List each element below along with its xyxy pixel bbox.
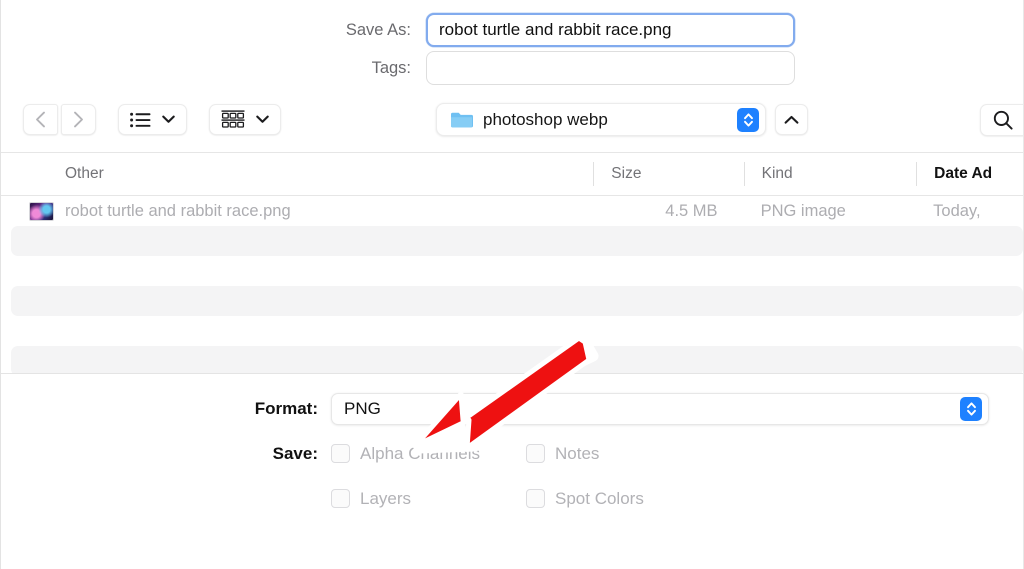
save-as-row: Save As: robot turtle and rabbit race.pn… [1, 11, 1023, 49]
save-as-field-wrap: robot turtle and rabbit race.png [426, 13, 795, 47]
checkbox-spot-colors[interactable]: Spot Colors [526, 489, 644, 509]
format-value-label: PNG [344, 398, 381, 418]
format-row: Format: PNG [1, 386, 1023, 431]
table-row[interactable]: robot turtle and rabbit race.png 4.5 MB … [1, 196, 1023, 226]
checkbox-label: Alpha Channels [360, 443, 481, 463]
file-list-column-headers: Other Size Kind Date Ad [1, 152, 1023, 196]
chevron-right-icon [74, 111, 83, 128]
go-up-button[interactable] [775, 104, 808, 135]
empty-row [1, 316, 1023, 346]
save-options-row-1: Save: Alpha Channels Notes [1, 431, 1023, 476]
path-stepper-icon[interactable] [737, 107, 759, 132]
column-header-kind[interactable]: Kind [743, 162, 917, 186]
file-name-label: robot turtle and rabbit race.png [65, 201, 291, 220]
empty-row [1, 256, 1023, 286]
file-size-cell: 4.5 MB [665, 201, 718, 220]
gallery-view-icon [221, 110, 245, 128]
folder-icon [450, 111, 473, 129]
chevron-down-icon [256, 115, 269, 123]
checkbox-label: Notes [555, 443, 600, 463]
chevron-down-icon [162, 115, 175, 123]
tags-label: Tags: [371, 58, 411, 77]
checkbox-icon[interactable] [331, 489, 350, 508]
gallery-view-button[interactable] [209, 104, 281, 135]
checkbox-label: Layers [360, 488, 412, 508]
checkbox-notes[interactable]: Notes [526, 444, 599, 464]
checkbox-label: Spot Colors [555, 488, 644, 508]
search-button[interactable] [980, 103, 1023, 136]
chevron-up-icon [784, 115, 799, 124]
format-dropdown[interactable]: PNG [331, 392, 989, 425]
save-as-label: Save As: [345, 20, 411, 39]
forward-button[interactable] [61, 104, 96, 135]
save-form-area: Save As: robot turtle and rabbit race.pn… [1, 0, 1023, 87]
column-header-size[interactable]: Size [593, 162, 743, 186]
list-view-icon [130, 112, 151, 127]
png-thumbnail-icon [29, 201, 54, 221]
file-list[interactable]: robot turtle and rabbit race.png 4.5 MB … [1, 196, 1023, 373]
checkbox-layers[interactable]: Layers [331, 489, 526, 509]
save-as-input[interactable]: robot turtle and rabbit race.png [426, 13, 795, 47]
format-options-panel: Format: PNG Save: Alpha Channels Notes L… [1, 373, 1023, 524]
finder-toolbar: photoshop webp [1, 87, 1023, 152]
tags-input[interactable] [426, 51, 795, 85]
save-options-row-2: Layers Spot Colors [1, 476, 1023, 521]
format-stepper-icon[interactable] [960, 396, 982, 421]
navigation-buttons [23, 104, 96, 135]
checkbox-icon[interactable] [526, 444, 545, 463]
folder-path-dropdown[interactable]: photoshop webp [436, 103, 766, 136]
checkbox-icon[interactable] [331, 444, 350, 463]
empty-row-stripe [11, 286, 1023, 316]
search-icon [993, 110, 1013, 130]
checkbox-icon[interactable] [526, 489, 545, 508]
folder-path-label: photoshop webp [483, 109, 608, 129]
tags-row: Tags: [1, 49, 1023, 87]
column-header-other[interactable]: Other [1, 162, 593, 186]
format-label: Format: [254, 398, 318, 418]
file-date-cell: Today, [933, 201, 981, 220]
column-header-date-added[interactable]: Date Ad [916, 162, 1023, 186]
empty-row-stripe [11, 226, 1023, 256]
tags-field-wrap [426, 51, 795, 85]
chevron-left-icon [36, 111, 45, 128]
save-dialog: Save As: robot turtle and rabbit race.pn… [0, 0, 1024, 569]
checkbox-alpha-channels[interactable]: Alpha Channels [331, 444, 526, 464]
back-button[interactable] [23, 104, 58, 135]
list-view-button[interactable] [118, 104, 187, 135]
empty-row-stripe [11, 346, 1023, 373]
file-name-cell: robot turtle and rabbit race.png [1, 201, 592, 221]
save-options-label: Save: [272, 443, 318, 463]
file-kind-cell: PNG image [760, 201, 846, 220]
